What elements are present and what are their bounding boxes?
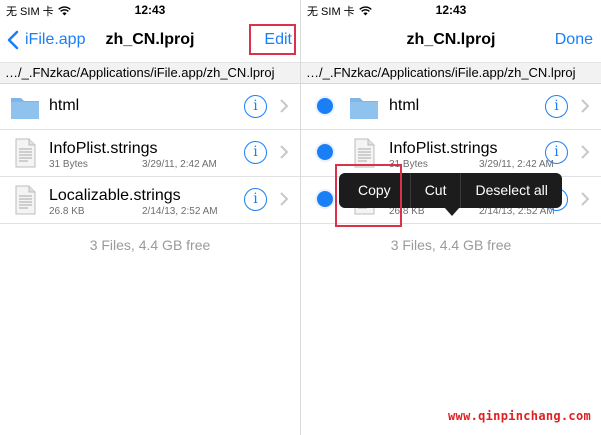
info-icon[interactable]: i: [545, 141, 568, 164]
selection-checkmark[interactable]: [315, 142, 335, 162]
storage-summary: 3 Files, 4.4 GB free: [89, 237, 211, 253]
status-time: 12:43: [435, 3, 467, 17]
menu-cut[interactable]: Cut: [411, 173, 462, 208]
chevron-right-icon: [581, 145, 589, 159]
highlight-box: [335, 164, 402, 227]
file-list: html i InfoPlist.strings 31 Bytes 3/29/1…: [0, 84, 300, 224]
selection-checkmark[interactable]: [315, 189, 335, 209]
document-icon: [10, 185, 40, 215]
selection-checkmark[interactable]: [315, 96, 335, 116]
info-icon[interactable]: i: [545, 95, 568, 118]
info-icon[interactable]: i: [244, 141, 267, 164]
status-bar: 无 SIM 卡 12:43: [301, 0, 601, 20]
document-icon: [10, 138, 40, 168]
file-date: 2/14/13, 2:52 AM: [142, 206, 218, 217]
chevron-right-icon: [280, 145, 288, 159]
menu-deselect-all[interactable]: Deselect all: [461, 173, 561, 208]
chevron-right-icon: [581, 99, 589, 113]
navigation-bar: zh_CN.lproj Done: [301, 20, 601, 62]
highlight-box: [249, 24, 296, 55]
status-time: 12:43: [134, 3, 166, 17]
storage-summary: 3 Files, 4.4 GB free: [390, 237, 512, 253]
status-bar: 无 SIM 卡 12:43: [0, 0, 300, 20]
path-bar: …/_.FNzkac/Applications/iFile.app/zh_CN.…: [301, 62, 601, 84]
file-row-localizable[interactable]: Localizable.strings 26.8 KB 2/14/13, 2:5…: [0, 177, 300, 224]
file-row-html[interactable]: html i: [301, 84, 601, 130]
chevron-right-icon: [280, 99, 288, 113]
info-icon[interactable]: i: [244, 95, 267, 118]
file-name: html: [49, 97, 80, 114]
file-date: 3/29/11, 2:42 AM: [479, 159, 554, 170]
file-row-html[interactable]: html i: [0, 84, 300, 130]
file-size: 31 Bytes: [49, 159, 88, 170]
file-name: Localizable.strings: [49, 187, 181, 204]
file-name: InfoPlist.strings: [389, 140, 498, 157]
file-name: InfoPlist.strings: [49, 140, 158, 157]
chevron-right-icon: [581, 192, 589, 206]
file-row-infoplist[interactable]: InfoPlist.strings 31 Bytes 3/29/11, 2:42…: [0, 130, 300, 177]
watermark: www.qinpinchang.com: [448, 409, 591, 423]
path-bar: …/_.FNzkac/Applications/iFile.app/zh_CN.…: [0, 62, 300, 84]
menu-pointer: [444, 207, 460, 216]
file-size: 26.8 KB: [49, 206, 85, 217]
info-icon[interactable]: i: [244, 188, 267, 211]
screen-edit-mode: 无 SIM 卡 12:43 zh_CN.lproj Done …/_.FNzka…: [301, 0, 601, 435]
folder-icon: [10, 92, 40, 122]
file-date: 3/29/11, 2:42 AM: [142, 159, 217, 170]
chevron-right-icon: [280, 192, 288, 206]
screen-browse-mode: 无 SIM 卡 12:43 iFile.app zh_CN.lproj Edit…: [0, 0, 300, 435]
file-name: html: [389, 97, 420, 114]
done-button[interactable]: Done: [555, 31, 593, 49]
folder-icon: [349, 92, 379, 122]
